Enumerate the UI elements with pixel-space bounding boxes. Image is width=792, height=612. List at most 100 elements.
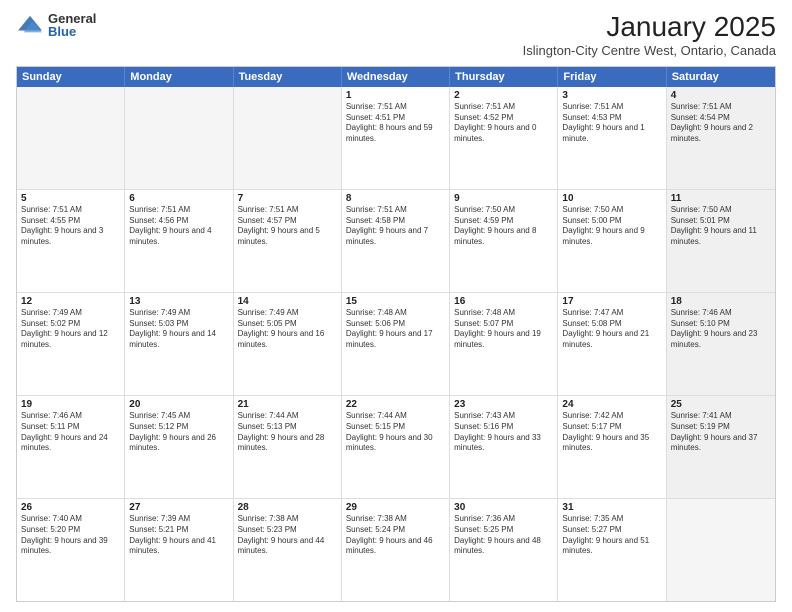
day-cell: 1Sunrise: 7:51 AMSunset: 4:51 PMDaylight… (342, 87, 450, 189)
day-number: 29 (346, 502, 445, 513)
page: General Blue January 2025 Islington-City… (0, 0, 792, 612)
day-cell: 23Sunrise: 7:43 AMSunset: 5:16 PMDayligh… (450, 396, 558, 498)
day-number: 30 (454, 502, 553, 513)
day-number: 16 (454, 296, 553, 307)
day-number: 1 (346, 90, 445, 101)
day-info: Sunrise: 7:39 AMSunset: 5:21 PMDaylight:… (129, 514, 228, 557)
day-cell: 9Sunrise: 7:50 AMSunset: 4:59 PMDaylight… (450, 190, 558, 292)
calendar: SundayMondayTuesdayWednesdayThursdayFrid… (16, 66, 776, 602)
day-info: Sunrise: 7:44 AMSunset: 5:13 PMDaylight:… (238, 411, 337, 454)
day-info: Sunrise: 7:44 AMSunset: 5:15 PMDaylight:… (346, 411, 445, 454)
day-cell: 3Sunrise: 7:51 AMSunset: 4:53 PMDaylight… (558, 87, 666, 189)
day-number: 12 (21, 296, 120, 307)
header: General Blue January 2025 Islington-City… (16, 12, 776, 58)
day-header: Saturday (667, 67, 775, 87)
day-cell: 24Sunrise: 7:42 AMSunset: 5:17 PMDayligh… (558, 396, 666, 498)
day-number: 14 (238, 296, 337, 307)
day-cell: 11Sunrise: 7:50 AMSunset: 5:01 PMDayligh… (667, 190, 775, 292)
day-info: Sunrise: 7:38 AMSunset: 5:24 PMDaylight:… (346, 514, 445, 557)
calendar-body: 1Sunrise: 7:51 AMSunset: 4:51 PMDaylight… (17, 87, 775, 601)
logo-icon (16, 14, 44, 36)
title-block: January 2025 Islington-City Centre West,… (523, 12, 776, 58)
day-info: Sunrise: 7:43 AMSunset: 5:16 PMDaylight:… (454, 411, 553, 454)
day-number: 22 (346, 399, 445, 410)
day-headers: SundayMondayTuesdayWednesdayThursdayFrid… (17, 67, 775, 87)
day-info: Sunrise: 7:42 AMSunset: 5:17 PMDaylight:… (562, 411, 661, 454)
day-number: 4 (671, 90, 771, 101)
day-info: Sunrise: 7:46 AMSunset: 5:10 PMDaylight:… (671, 308, 771, 351)
day-info: Sunrise: 7:38 AMSunset: 5:23 PMDaylight:… (238, 514, 337, 557)
day-info: Sunrise: 7:35 AMSunset: 5:27 PMDaylight:… (562, 514, 661, 557)
logo: General Blue (16, 12, 96, 38)
day-header: Sunday (17, 67, 125, 87)
day-cell: 8Sunrise: 7:51 AMSunset: 4:58 PMDaylight… (342, 190, 450, 292)
day-number: 15 (346, 296, 445, 307)
day-cell: 19Sunrise: 7:46 AMSunset: 5:11 PMDayligh… (17, 396, 125, 498)
day-cell: 12Sunrise: 7:49 AMSunset: 5:02 PMDayligh… (17, 293, 125, 395)
day-number: 26 (21, 502, 120, 513)
day-cell: 18Sunrise: 7:46 AMSunset: 5:10 PMDayligh… (667, 293, 775, 395)
day-cell: 27Sunrise: 7:39 AMSunset: 5:21 PMDayligh… (125, 499, 233, 601)
day-cell: 29Sunrise: 7:38 AMSunset: 5:24 PMDayligh… (342, 499, 450, 601)
day-info: Sunrise: 7:47 AMSunset: 5:08 PMDaylight:… (562, 308, 661, 351)
day-number: 11 (671, 193, 771, 204)
week-row: 5Sunrise: 7:51 AMSunset: 4:55 PMDaylight… (17, 189, 775, 292)
day-info: Sunrise: 7:50 AMSunset: 4:59 PMDaylight:… (454, 205, 553, 248)
day-info: Sunrise: 7:48 AMSunset: 5:06 PMDaylight:… (346, 308, 445, 351)
day-number: 17 (562, 296, 661, 307)
day-number: 6 (129, 193, 228, 204)
day-info: Sunrise: 7:36 AMSunset: 5:25 PMDaylight:… (454, 514, 553, 557)
logo-blue: Blue (48, 25, 96, 38)
day-info: Sunrise: 7:51 AMSunset: 4:55 PMDaylight:… (21, 205, 120, 248)
day-header: Tuesday (234, 67, 342, 87)
day-number: 27 (129, 502, 228, 513)
week-row: 1Sunrise: 7:51 AMSunset: 4:51 PMDaylight… (17, 87, 775, 189)
week-row: 19Sunrise: 7:46 AMSunset: 5:11 PMDayligh… (17, 395, 775, 498)
day-number: 28 (238, 502, 337, 513)
day-cell: 2Sunrise: 7:51 AMSunset: 4:52 PMDaylight… (450, 87, 558, 189)
day-number: 9 (454, 193, 553, 204)
day-cell: 6Sunrise: 7:51 AMSunset: 4:56 PMDaylight… (125, 190, 233, 292)
week-row: 26Sunrise: 7:40 AMSunset: 5:20 PMDayligh… (17, 498, 775, 601)
day-number: 13 (129, 296, 228, 307)
location-title: Islington-City Centre West, Ontario, Can… (523, 43, 776, 58)
day-cell: 16Sunrise: 7:48 AMSunset: 5:07 PMDayligh… (450, 293, 558, 395)
day-info: Sunrise: 7:51 AMSunset: 4:54 PMDaylight:… (671, 102, 771, 145)
day-number: 10 (562, 193, 661, 204)
day-cell: 28Sunrise: 7:38 AMSunset: 5:23 PMDayligh… (234, 499, 342, 601)
day-info: Sunrise: 7:51 AMSunset: 4:58 PMDaylight:… (346, 205, 445, 248)
day-cell: 5Sunrise: 7:51 AMSunset: 4:55 PMDaylight… (17, 190, 125, 292)
logo-text: General Blue (48, 12, 96, 38)
day-number: 24 (562, 399, 661, 410)
day-cell (17, 87, 125, 189)
day-number: 18 (671, 296, 771, 307)
day-info: Sunrise: 7:41 AMSunset: 5:19 PMDaylight:… (671, 411, 771, 454)
day-cell: 10Sunrise: 7:50 AMSunset: 5:00 PMDayligh… (558, 190, 666, 292)
day-info: Sunrise: 7:45 AMSunset: 5:12 PMDaylight:… (129, 411, 228, 454)
day-info: Sunrise: 7:51 AMSunset: 4:53 PMDaylight:… (562, 102, 661, 145)
day-info: Sunrise: 7:51 AMSunset: 4:57 PMDaylight:… (238, 205, 337, 248)
day-header: Friday (558, 67, 666, 87)
day-number: 8 (346, 193, 445, 204)
day-cell (234, 87, 342, 189)
day-info: Sunrise: 7:50 AMSunset: 5:01 PMDaylight:… (671, 205, 771, 248)
day-cell: 22Sunrise: 7:44 AMSunset: 5:15 PMDayligh… (342, 396, 450, 498)
day-number: 3 (562, 90, 661, 101)
day-number: 31 (562, 502, 661, 513)
day-header: Wednesday (342, 67, 450, 87)
day-header: Thursday (450, 67, 558, 87)
day-info: Sunrise: 7:48 AMSunset: 5:07 PMDaylight:… (454, 308, 553, 351)
day-info: Sunrise: 7:49 AMSunset: 5:03 PMDaylight:… (129, 308, 228, 351)
day-cell: 30Sunrise: 7:36 AMSunset: 5:25 PMDayligh… (450, 499, 558, 601)
day-cell: 25Sunrise: 7:41 AMSunset: 5:19 PMDayligh… (667, 396, 775, 498)
day-info: Sunrise: 7:40 AMSunset: 5:20 PMDaylight:… (21, 514, 120, 557)
day-cell: 20Sunrise: 7:45 AMSunset: 5:12 PMDayligh… (125, 396, 233, 498)
day-number: 25 (671, 399, 771, 410)
day-header: Monday (125, 67, 233, 87)
day-info: Sunrise: 7:49 AMSunset: 5:02 PMDaylight:… (21, 308, 120, 351)
month-title: January 2025 (523, 12, 776, 43)
day-cell (125, 87, 233, 189)
day-cell: 26Sunrise: 7:40 AMSunset: 5:20 PMDayligh… (17, 499, 125, 601)
day-info: Sunrise: 7:49 AMSunset: 5:05 PMDaylight:… (238, 308, 337, 351)
day-number: 20 (129, 399, 228, 410)
